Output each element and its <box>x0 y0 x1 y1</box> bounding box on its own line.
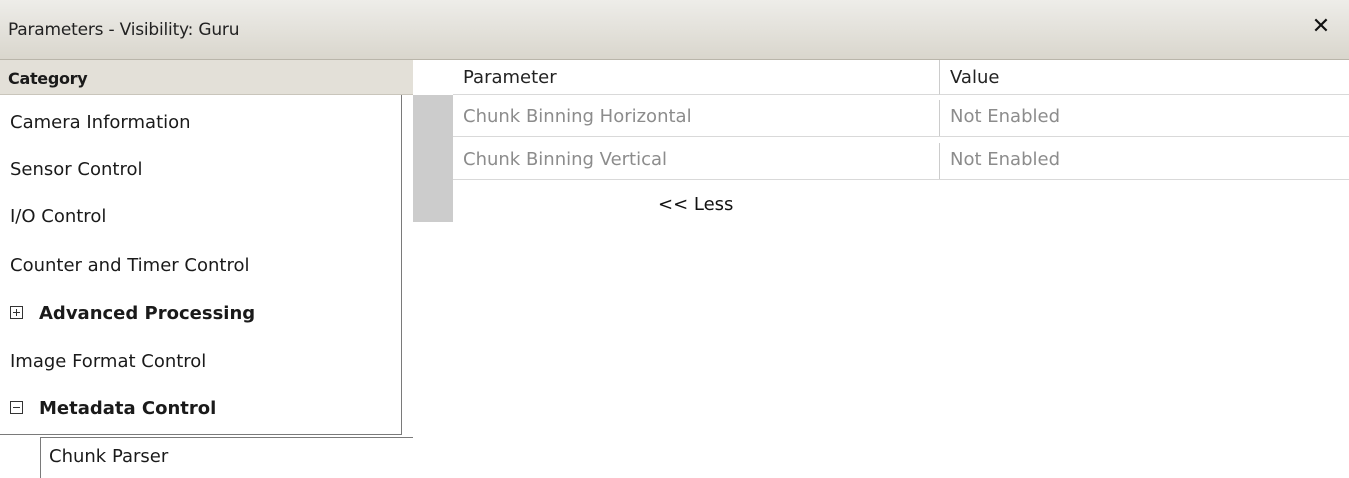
category-item-io-control[interactable]: I/O Control <box>10 193 106 241</box>
category-item-label: Sensor Control <box>10 159 143 180</box>
header-row: Category Parameter Value <box>0 60 1349 95</box>
less-link[interactable]: << Less <box>658 194 733 215</box>
category-item-label: Counter and Timer Control <box>10 255 250 276</box>
category-item-advanced-processing[interactable]: Advanced Processing <box>10 290 255 338</box>
category-item-label: Metadata Control <box>39 398 217 419</box>
category-subitem-chunk-parser[interactable]: Chunk Parser <box>40 437 413 478</box>
category-item-sensor-control[interactable]: Sensor Control <box>10 146 143 194</box>
minus-box-icon[interactable] <box>10 401 23 414</box>
table-row[interactable]: Chunk Binning Vertical Not Enabled <box>453 143 1349 180</box>
value-cell: Not Enabled <box>939 100 1349 136</box>
window-title: Parameters - Visibility: Guru <box>8 20 240 40</box>
parameter-cell: Chunk Binning Horizontal <box>463 106 692 127</box>
row-selector-strip[interactable] <box>413 95 453 222</box>
value-column-header[interactable]: Value <box>939 60 1349 95</box>
value-cell: Not Enabled <box>939 143 1349 179</box>
plus-box-icon[interactable] <box>10 306 23 319</box>
window-titlebar: Parameters - Visibility: Guru ✕ <box>0 0 1349 60</box>
category-tree: Camera Information Sensor Control I/O Co… <box>0 95 413 478</box>
category-item-metadata-control[interactable]: Metadata Control <box>10 385 216 433</box>
category-item-label: Advanced Processing <box>39 303 256 324</box>
category-list-box: Camera Information Sensor Control I/O Co… <box>0 95 402 435</box>
category-item-label: Camera Information <box>10 112 191 133</box>
category-item-image-format-control[interactable]: Image Format Control <box>10 338 206 386</box>
category-item-counter-and-timer-control[interactable]: Counter and Timer Control <box>10 242 249 290</box>
category-item-label: Image Format Control <box>10 351 207 372</box>
category-item-camera-information[interactable]: Camera Information <box>10 99 191 147</box>
parameter-cell: Chunk Binning Vertical <box>463 149 668 170</box>
category-item-label: I/O Control <box>10 206 107 227</box>
table-row[interactable]: Chunk Binning Horizontal Not Enabled <box>453 100 1349 137</box>
parameter-column-header[interactable]: Parameter <box>453 60 939 95</box>
row-indicator-column <box>413 95 453 478</box>
category-header: Category <box>0 60 413 95</box>
close-icon[interactable]: ✕ <box>1309 14 1333 40</box>
